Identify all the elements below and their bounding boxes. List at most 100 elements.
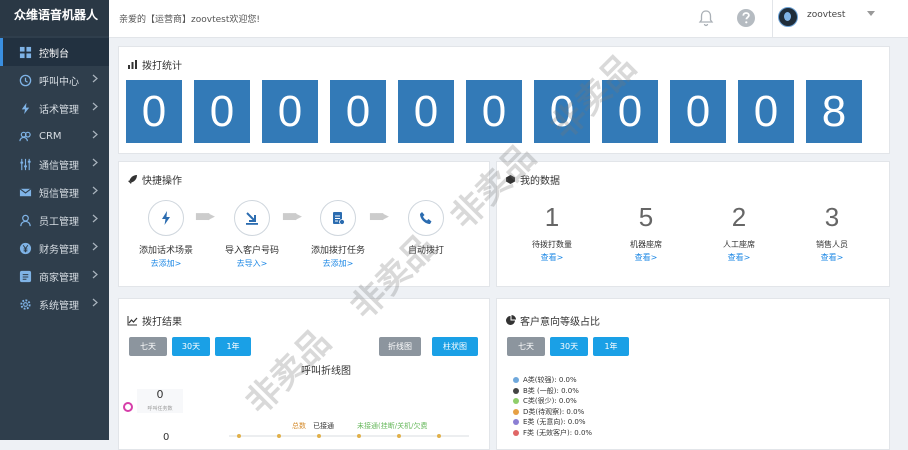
quick-action-label: 导入客户号码 [224, 246, 279, 256]
username[interactable]: zoovtest [807, 10, 845, 20]
bolt-icon [162, 211, 170, 225]
legend-item[interactable]: A类(较强): 0.0% [513, 375, 592, 386]
avatar[interactable] [778, 7, 798, 27]
my-data-title: 我的数据 [520, 176, 560, 187]
sidebar-item-system[interactable]: 系统管理 [0, 290, 109, 318]
sidebar-item-telecom[interactable]: 通信管理 [0, 150, 109, 178]
intent-range-1-year-button[interactable]: 1年 [593, 337, 629, 356]
quick-action-auto-dial[interactable]: 自动拨打 [391, 200, 461, 258]
legend-item[interactable]: F类 (无效客户): 0.0% [513, 428, 592, 439]
quick-action-add-task[interactable]: 添加拨打任务 去添加> [303, 200, 373, 269]
flow-arrow-icon: ■■▶ [282, 212, 302, 222]
top-bar: 亲爱的【运营商】zoovtest欢迎您! zoovtest [109, 0, 908, 38]
brand-title: 众维语音机器人 [0, 0, 109, 36]
import-icon [246, 212, 258, 225]
bar-chart-icon [128, 60, 137, 69]
stat-sales-staff: 3 销售人员 查看> [787, 202, 877, 263]
counter-digit: 8 [806, 80, 862, 143]
legend-label: F类 (无效客户): 0.0% [523, 428, 593, 437]
help-icon[interactable] [736, 8, 756, 28]
legend-item[interactable]: D类(待观察): 0.0% [513, 407, 592, 418]
chevron-down-icon[interactable] [867, 11, 875, 16]
stat-label: 机器座席 [630, 240, 662, 249]
quick-action-link[interactable]: 去添加> [303, 258, 373, 269]
legend-label: E类 (无意向): 0.0% [523, 418, 586, 427]
customer-intent-header: 客户意向等级占比 [505, 313, 600, 328]
intent-range-7-days-button[interactable]: 七天 [507, 337, 545, 356]
sidebar-item-label: 通信管理 [39, 160, 79, 172]
kpi-value: 0 [156, 388, 164, 401]
flow-arrow-icon: ■■▶ [369, 212, 389, 222]
sidebar-item-label: 财务管理 [39, 244, 79, 256]
sidebar-item-merchant[interactable]: 商家管理 [0, 262, 109, 290]
chevron-right-icon [92, 130, 98, 142]
quick-action-import-numbers[interactable]: 导入客户号码 去导入> [217, 200, 287, 269]
chevron-right-icon [92, 242, 98, 254]
stat-label: 销售人员 [816, 240, 848, 249]
legend-label: A类(较强): 0.0% [523, 376, 577, 385]
counter-digit: 0 [126, 80, 182, 143]
yen-icon [18, 241, 32, 255]
series-legend-total: 总数 [292, 422, 306, 430]
sidebar-item-label: 系统管理 [39, 300, 79, 312]
welcome-text: 亲爱的【运营商】zoovtest欢迎您! [119, 15, 260, 25]
legend-label: D类(待观察): 0.0% [523, 407, 585, 416]
clock-icon [18, 73, 32, 87]
bell-icon[interactable] [698, 9, 714, 27]
stat-value: 3 [824, 202, 840, 232]
sidebar-nav: 控制台 呼叫中心 话术管理 CRM 通信管理 短信管理 员工管理 财务管理 商家… [0, 38, 109, 318]
dashboard-icon [18, 45, 32, 59]
legend-label: C类(很少): 0.0% [523, 397, 577, 406]
sidebar-item-call-center[interactable]: 呼叫中心 [0, 66, 109, 94]
kpi-ring-icon [123, 402, 133, 412]
sidebar-item-script[interactable]: 话术管理 [0, 94, 109, 122]
my-data-card: 我的数据 1 待拨打数量 查看> 5 机器座席 查看> 2 人工座席 查看> 3… [496, 161, 890, 287]
legend-item[interactable]: C类(很少): 0.0% [513, 396, 592, 407]
my-data-header: 我的数据 [505, 172, 560, 187]
sidebar-item-crm[interactable]: CRM [0, 122, 109, 150]
legend-dot [513, 398, 519, 405]
sidebar-item-label: 员工管理 [39, 216, 79, 228]
sidebar-item-label: 话术管理 [39, 104, 79, 116]
sidebar-item-sms[interactable]: 短信管理 [0, 178, 109, 206]
quick-action-link[interactable]: 去添加> [131, 258, 201, 269]
range-7-days-button[interactable]: 七天 [129, 337, 167, 356]
dial-stats-title: 拨打统计 [142, 61, 182, 72]
stat-pending-calls: 1 待拨打数量 查看> [507, 202, 597, 263]
counter-digit: 0 [534, 80, 590, 143]
line-chart-button[interactable]: 折线图 [379, 337, 421, 356]
bar-chart-button[interactable]: 柱状图 [432, 337, 478, 356]
sidebar-item-staff[interactable]: 员工管理 [0, 206, 109, 234]
dial-results-title: 拨打结果 [142, 317, 182, 328]
series-legend-connected: 已接通 [313, 422, 334, 430]
range-30-days-button[interactable]: 30天 [172, 337, 210, 356]
quick-actions-card: 快捷操作 添加话术场景 去添加> ■■▶ 导入客户号码 去导入> ■■▶ 添加拨… [118, 161, 490, 287]
stat-link[interactable]: 查看> [601, 252, 691, 263]
stat-link[interactable]: 查看> [507, 252, 597, 263]
chevron-right-icon [92, 214, 98, 226]
legend-dot [513, 408, 519, 415]
customer-intent-title: 客户意向等级占比 [520, 317, 600, 328]
legend-dot [513, 419, 519, 426]
quick-action-link[interactable]: 去导入> [217, 258, 287, 269]
stat-link[interactable]: 查看> [787, 252, 877, 263]
counter-digit: 0 [466, 80, 522, 143]
sidebar-item-label: 商家管理 [39, 272, 79, 284]
intent-range-30-days-button[interactable]: 30天 [550, 337, 588, 356]
legend-item[interactable]: B类 (一般): 0.0% [513, 386, 592, 397]
sidebar-item-label: CRM [39, 130, 62, 142]
stat-label: 人工座席 [723, 240, 755, 249]
quick-actions-title: 快捷操作 [142, 176, 182, 187]
pie-chart-icon [506, 315, 516, 325]
dial-results-card: 拨打结果 七天 30天 1年 折线图 柱状图 呼叫折线图 0 呼叫任务数 0 总… [118, 298, 490, 450]
stat-link[interactable]: 查看> [694, 252, 784, 263]
sidebar-item-dashboard[interactable]: 控制台 [0, 38, 109, 66]
quick-action-add-script[interactable]: 添加话术场景 去添加> [131, 200, 201, 269]
sidebar-item-finance[interactable]: 财务管理 [0, 234, 109, 262]
stat-value: 2 [731, 202, 747, 232]
stat-label: 待拨打数量 [532, 240, 572, 249]
legend-item[interactable]: E类 (无意向): 0.0% [513, 417, 592, 428]
kpi-box: 0 呼叫任务数 [137, 389, 183, 413]
stat-human-seats: 2 人工座席 查看> [694, 202, 784, 263]
range-1-year-button[interactable]: 1年 [215, 337, 251, 356]
